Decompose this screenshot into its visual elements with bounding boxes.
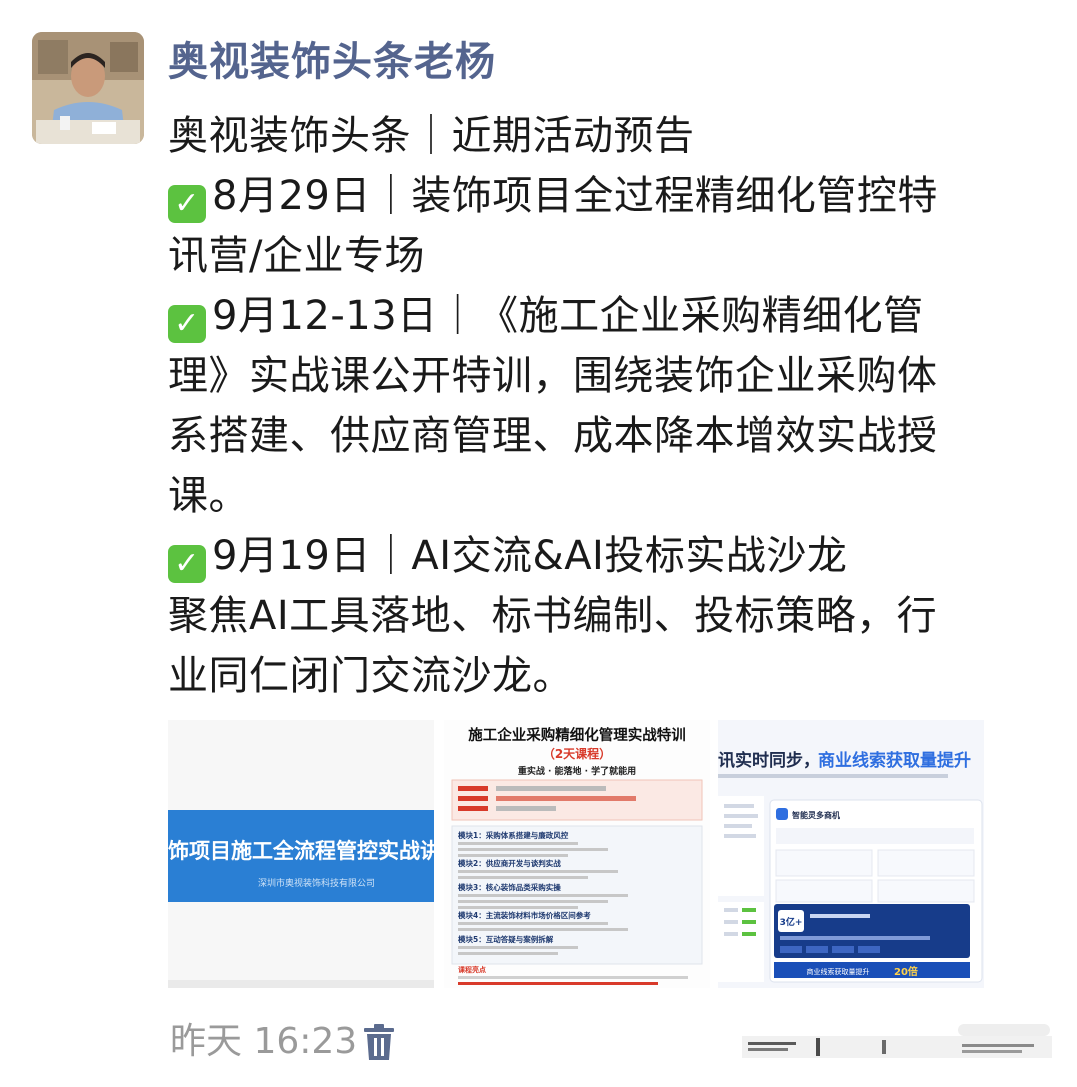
post-line: 业同仁闭门交流沙龙。 <box>168 653 573 699</box>
post-timestamp: 昨天 16:23 <box>170 1021 358 1062</box>
post-line: 理》实战课公开特训，围绕装饰企业采购体 <box>168 353 938 399</box>
post-line: 系搭建、供应商管理、成本降本增效实战授 <box>168 413 938 459</box>
slide-company-text: 深圳市奥视装饰科技有限公司 <box>258 877 375 889</box>
post-line: ✓ 8月29日｜装饰项目全过程精细化管控特 <box>168 166 1048 226</box>
poster-title: 施工企业采购精细化管理实战特训 <box>468 726 686 744</box>
post-image-grid: 饰项目施工全流程管控实战讲 深圳市奥视装饰科技有限公司 施工企业采购精细化管理实… <box>168 720 984 988</box>
product-badge: 3亿+ <box>780 916 803 928</box>
poster-subtitle: （2天课程） <box>543 746 611 761</box>
post-image-2[interactable]: 施工企业采购精细化管理实战特训 （2天课程） 重实战 · 能落地 · 学了就能用… <box>444 720 710 988</box>
post-line: ✓ 9月19日｜AI交流&AI投标实战沙龙 <box>168 526 1048 586</box>
product-panel-title: 智能灵多商机 <box>792 810 840 820</box>
post-line: 课。 <box>168 473 249 519</box>
post-line: 奥视装饰头条｜近期活动预告 <box>168 113 695 159</box>
post-body: 奥视装饰头条｜近期活动预告 ✓ 8月29日｜装饰项目全过程精细化管控特 讯营/企业… <box>168 106 1048 706</box>
post-line: 讯营/企业专场 <box>168 233 425 279</box>
post-line: ✓ 9月12-13日｜《施工企业采购精细化管 <box>168 286 1048 346</box>
delete-icon[interactable] <box>362 1022 396 1062</box>
poster-graphic: 施工企业采购精细化管理实战特训 （2天课程） 重实战 · 能落地 · 学了就能用… <box>444 720 710 988</box>
check-mark-icon: ✓ <box>168 305 206 343</box>
product-headline-a: 讯实时同步， <box>718 750 820 771</box>
post-image-1[interactable]: 饰项目施工全流程管控实战讲 深圳市奥视装饰科技有限公司 <box>168 720 434 988</box>
product-headline-b: 商业线索获取量提升 <box>818 750 971 771</box>
trash-icon <box>364 1024 394 1060</box>
product-graphic: 讯实时同步， 商业线索获取量提升 智能灵多商机 3亿+ 商业线索获取量提升 20… <box>718 720 984 988</box>
poster-tagline: 重实战 · 能落地 · 学了就能用 <box>518 765 636 777</box>
poster-module-3: 模块3：核心装饰品类采购实操 <box>458 882 561 892</box>
more-actions-button[interactable] <box>742 1024 1052 1066</box>
avatar-photo <box>32 32 144 144</box>
avatar[interactable] <box>32 32 144 144</box>
post-image-3[interactable]: 讯实时同步， 商业线索获取量提升 智能灵多商机 3亿+ 商业线索获取量提升 20… <box>718 720 984 988</box>
poster-module-2: 模块2：供应商开发与谈判实战 <box>458 858 561 868</box>
post-author[interactable]: 奥视装饰头条老杨 <box>168 34 496 90</box>
poster-module-4: 模块4：主流装饰材料市场价格区间参考 <box>458 910 591 920</box>
more-icon <box>742 1024 1052 1058</box>
slide-graphic: 饰项目施工全流程管控实战讲 深圳市奥视装饰科技有限公司 <box>168 720 434 988</box>
poster-module-5: 模块5：互动答疑与案例拆解 <box>458 934 554 944</box>
product-bottom-number: 20倍 <box>894 965 918 978</box>
post-line: 聚焦AI工具落地、标书编制、投标策略，行 <box>168 593 938 639</box>
poster-highlight-label: 课程亮点 <box>458 965 486 974</box>
slide-banner-text: 饰项目施工全流程管控实战讲 <box>168 839 434 863</box>
product-bottom-label: 商业线索获取量提升 <box>807 967 870 976</box>
check-mark-icon: ✓ <box>168 185 206 223</box>
poster-module-1: 模块1：采购体系搭建与廉政风控 <box>458 830 569 840</box>
check-mark-icon: ✓ <box>168 545 206 583</box>
